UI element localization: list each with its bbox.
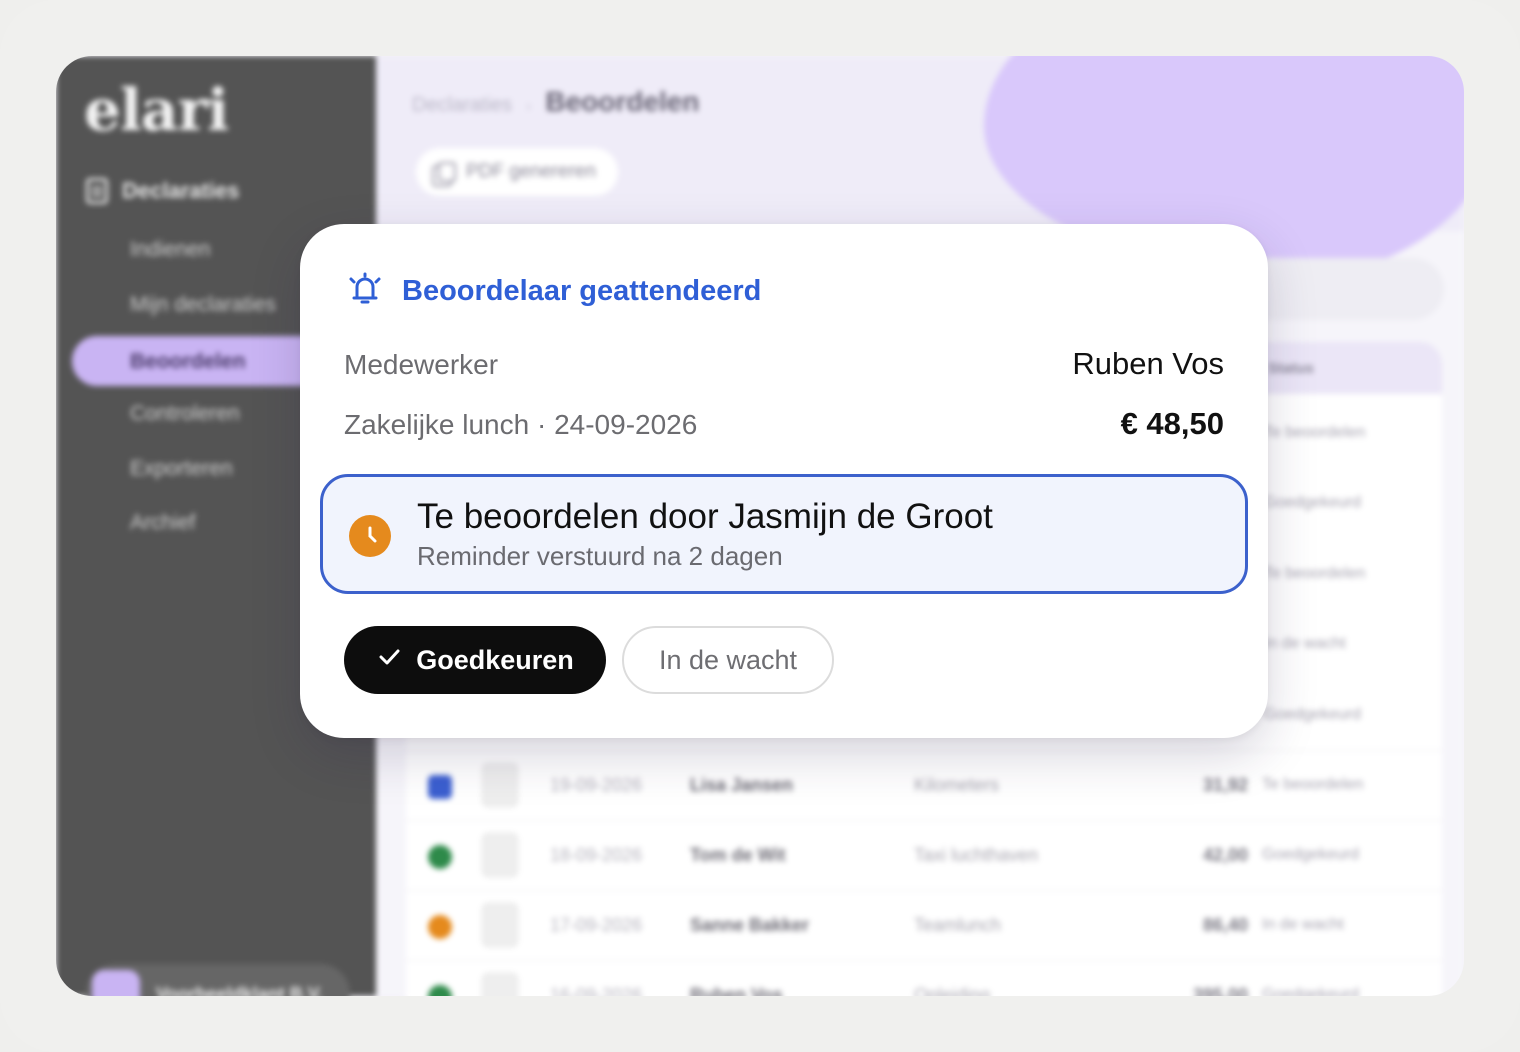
status-cell: Te beoordelen	[1264, 565, 1366, 582]
page-title: Beoordelen	[545, 86, 700, 117]
sidebar-item-mijn-declaraties[interactable]: Mijn declaraties	[130, 293, 276, 317]
employee-row: Medewerker Ruben Vos	[344, 346, 1224, 382]
employee-label: Medewerker	[344, 349, 499, 380]
image-icon	[428, 775, 452, 799]
breadcrumb-parent[interactable]: Declaraties	[412, 94, 512, 117]
clock-icon	[349, 515, 391, 557]
row-name: Sanne Bakker	[690, 915, 810, 935]
row-amount: 86,40	[1202, 915, 1248, 935]
table-row[interactable]: 17-09-2026 Sanne Bakker Teamlunch 86,40 …	[406, 890, 1442, 960]
checkmark-icon	[376, 644, 402, 677]
breadcrumb-separator: ›	[526, 98, 532, 115]
sidebar-section-label: Declaraties	[122, 178, 240, 203]
pdf-button-label: PDF genereren	[466, 161, 596, 182]
bell-ringing-icon	[346, 270, 384, 313]
row-name: Tom de Wit	[690, 845, 786, 865]
status-cell: Goedgekeurd	[1264, 706, 1361, 723]
row-description: Teamlunch	[914, 915, 1002, 935]
table-row[interactable]: 16-09-2026 Ruben Vos Opleiding 395,00 Go…	[406, 960, 1442, 996]
receipt-thumbnail[interactable]	[482, 903, 518, 947]
receipt-thumbnail[interactable]	[482, 763, 518, 807]
reviewer-notified-popup: Beoordelaar geattendeerd Medewerker Rube…	[300, 224, 1268, 738]
expense-row: Zakelijke lunch · 24-09-2026 € 48,50	[344, 406, 1224, 442]
row-status: Goedgekeurd	[1262, 986, 1359, 996]
row-date: 16-09-2026	[550, 985, 643, 996]
column-header-status: Status	[1268, 360, 1314, 377]
row-date: 18-09-2026	[550, 845, 643, 865]
document-icon	[86, 178, 108, 204]
approve-button[interactable]: Goedkeuren	[344, 626, 606, 694]
row-status: In de wacht	[1262, 916, 1344, 933]
approve-button-label: Goedkeuren	[416, 644, 574, 675]
popup-title: Beoordelaar geattendeerd	[402, 275, 762, 307]
header-band: Declaraties › Beoordelen PDF genereren	[376, 56, 1464, 276]
organization-switcher[interactable]: Voorbeeldklant B.V.	[86, 964, 350, 996]
sidebar-section-declaraties[interactable]: Declaraties	[86, 178, 239, 204]
breadcrumb: Declaraties › Beoordelen	[412, 86, 699, 118]
row-description: Opleiding	[914, 985, 991, 996]
expense-amount: € 48,50	[1120, 406, 1224, 441]
on-hold-button[interactable]: In de wacht	[622, 626, 834, 694]
row-amount: 395,00	[1192, 985, 1248, 996]
status-cell: Goedgekeurd	[1264, 494, 1361, 511]
row-description: Kilometers	[914, 775, 1000, 795]
sidebar-item-indienen[interactable]: Indienen	[130, 238, 211, 262]
reviewer-title: Te beoordelen door Jasmijn de Groot	[417, 497, 993, 536]
app-logo: elari	[84, 76, 229, 144]
popup-header: Beoordelaar geattendeerd	[346, 270, 761, 313]
sidebar-item-archief[interactable]: Archief	[130, 511, 195, 535]
sidebar-item-controleren[interactable]: Controleren	[130, 402, 240, 426]
copy-icon	[438, 162, 456, 182]
receipt-thumbnail[interactable]	[482, 973, 518, 996]
row-name: Lisa Jansen	[690, 775, 794, 795]
row-amount: 31,92	[1202, 775, 1248, 795]
receipt-thumbnail[interactable]	[482, 833, 518, 877]
check-circle-icon	[428, 845, 452, 869]
reviewer-status-box: Te beoordelen door Jasmijn de Groot Remi…	[320, 474, 1248, 594]
status-cell: In de wacht	[1264, 635, 1346, 652]
organization-avatar	[92, 970, 140, 996]
clock-circle-icon	[428, 915, 452, 939]
reviewer-subtitle: Reminder verstuurd na 2 dagen	[417, 541, 783, 571]
row-amount: 42,00	[1202, 845, 1248, 865]
row-name: Ruben Vos	[690, 985, 783, 996]
pdf-generate-button[interactable]: PDF genereren	[416, 148, 618, 196]
status-cell: Te beoordelen	[1264, 424, 1366, 441]
row-date: 17-09-2026	[550, 915, 643, 935]
sidebar-item-exporteren[interactable]: Exporteren	[130, 457, 233, 481]
expense-label: Zakelijke lunch · 24-09-2026	[344, 409, 698, 440]
row-status: Goedgekeurd	[1262, 846, 1359, 863]
row-status: Te beoordelen	[1262, 776, 1364, 793]
check-circle-icon	[428, 985, 452, 996]
employee-name: Ruben Vos	[1072, 346, 1224, 381]
row-description: Taxi luchthaven	[914, 845, 1039, 865]
table-row[interactable]: 18-09-2026 Tom de Wit Taxi luchthaven 42…	[406, 820, 1442, 890]
organization-name: Voorbeeldklant B.V.	[156, 983, 324, 997]
row-date: 19-09-2026	[550, 775, 643, 795]
table-row[interactable]: 19-09-2026 Lisa Jansen Kilometers 31,92 …	[406, 750, 1442, 820]
